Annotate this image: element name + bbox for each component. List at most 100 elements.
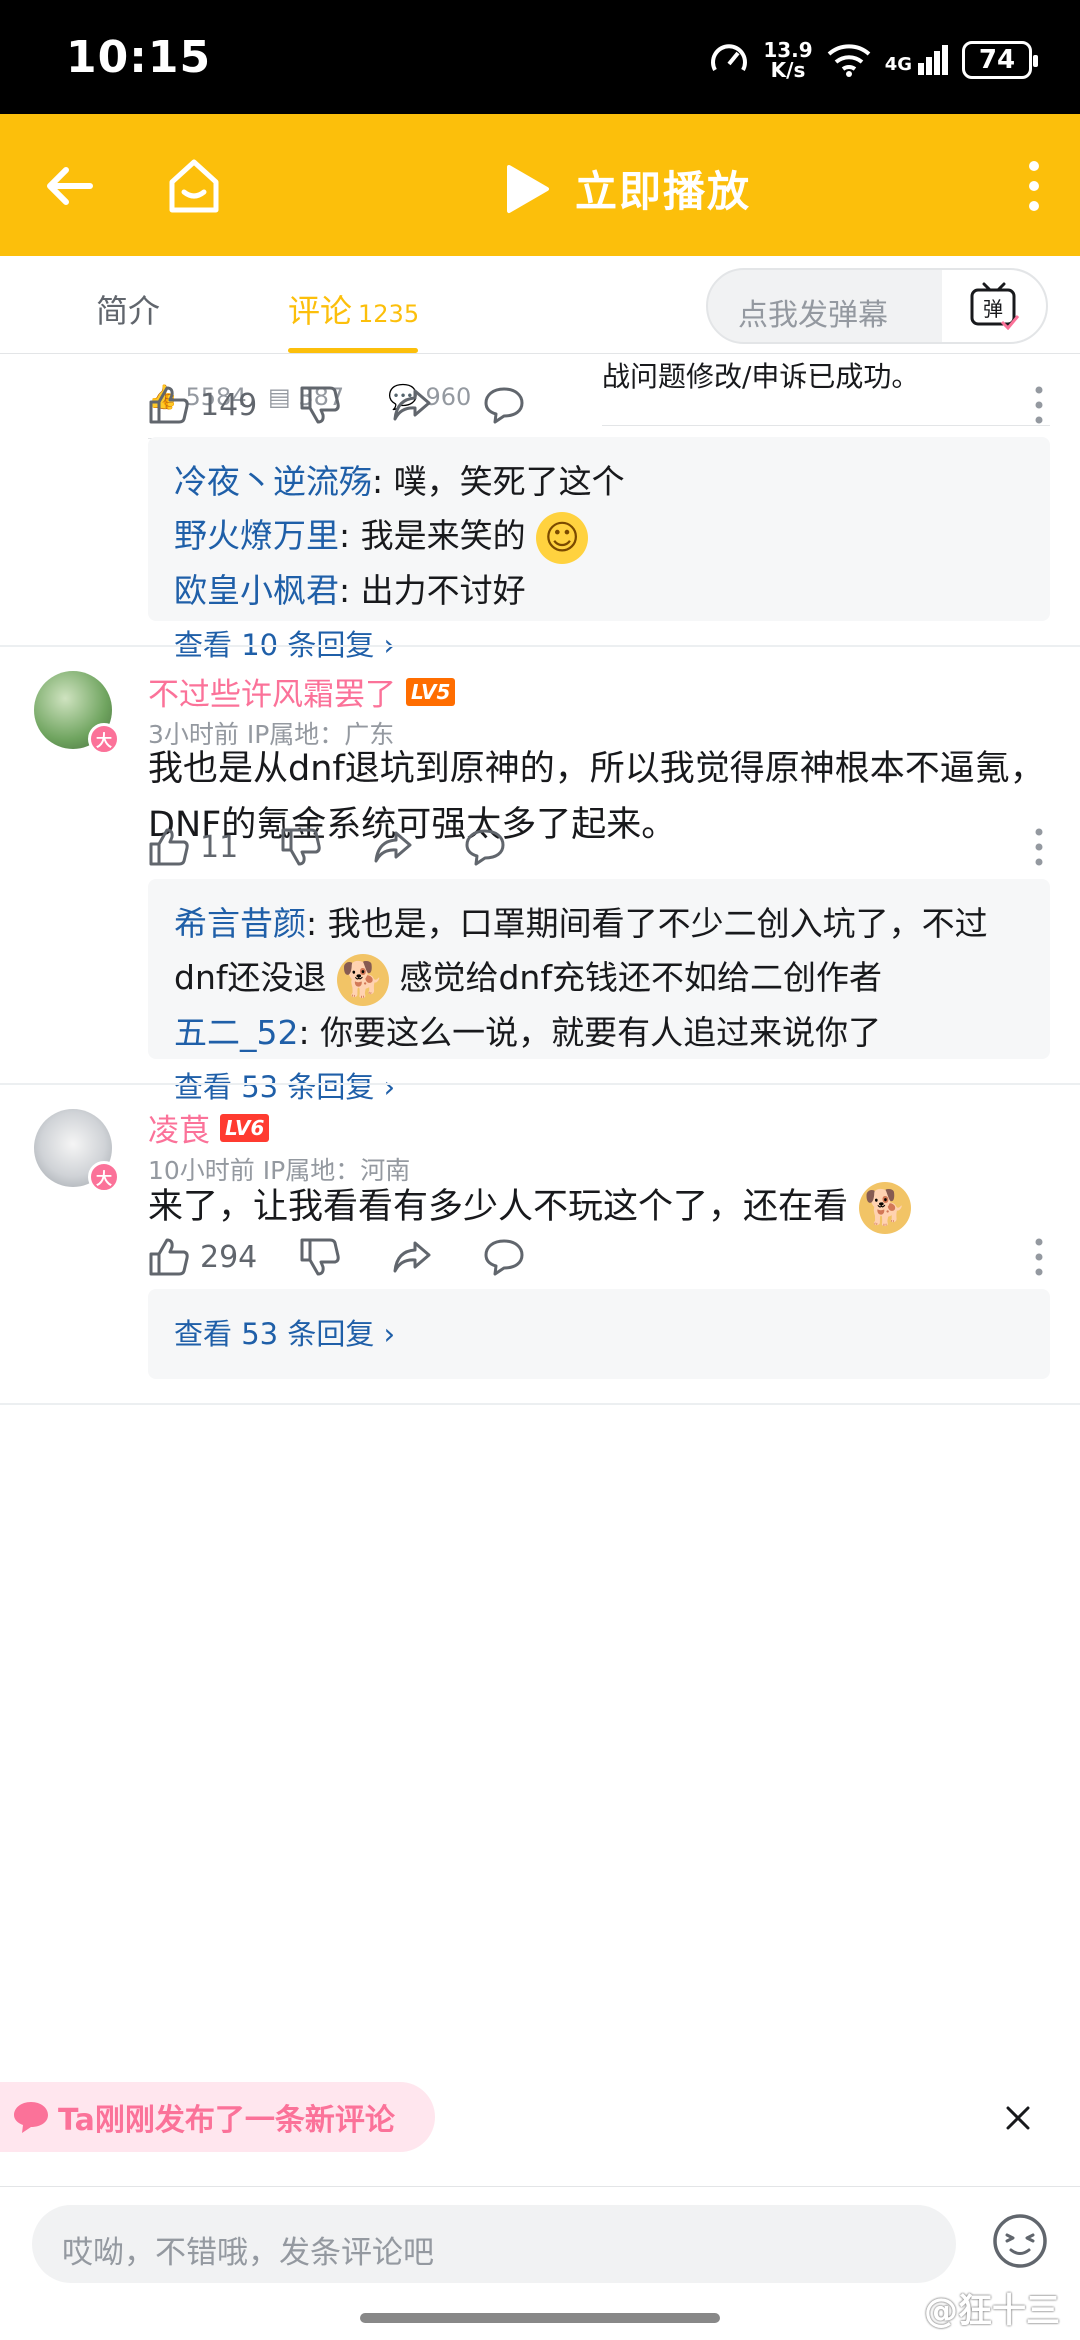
comment2-actions: 11 bbox=[148, 817, 506, 877]
new-comment-notice[interactable]: Ta刚刚发布了一条新评论 bbox=[0, 2082, 435, 2152]
comment-input-placeholder: 哎呦，不错哦，发条评论吧 bbox=[62, 2235, 434, 2271]
danmu-placeholder: 点我发弹幕 bbox=[738, 298, 888, 333]
comment3-like-button[interactable]: 294 bbox=[148, 1237, 257, 1277]
reply-text: : 你要这么一说，就要有人追过来说你了 bbox=[298, 1012, 882, 1052]
share-icon[interactable] bbox=[391, 385, 433, 425]
tab-comments-label: 评论 bbox=[288, 292, 353, 330]
comment3-see-more-label: 查看 53 条回复 bbox=[174, 1317, 375, 1351]
comment2-more-icon[interactable] bbox=[1034, 827, 1044, 867]
comment1-like-button[interactable]: 149 bbox=[148, 385, 257, 425]
play-now-button[interactable]: 立即播放 bbox=[505, 158, 751, 219]
comment3-see-more-replies[interactable]: 查看 53 条回复 › bbox=[174, 1307, 1024, 1361]
reply-text-cont: 感觉给dnf充钱还不如给二创作者 bbox=[399, 958, 882, 997]
comment1-replies[interactable]: 冷夜丶逆流殇: 噗，笑死了这个 野火燎万里: 我是来笑的 ☺ 欧皇小枫君: 出力… bbox=[148, 437, 1050, 662]
reply-user[interactable]: 五二_52 bbox=[174, 1013, 299, 1052]
share-icon[interactable] bbox=[391, 1237, 433, 1277]
comment-input[interactable]: 哎呦，不错哦，发条评论吧 bbox=[32, 2205, 956, 2283]
reply-text: : 出力不讨好 bbox=[339, 570, 526, 610]
new-comment-notice-text: Ta刚刚发布了一条新评论 bbox=[58, 2103, 395, 2138]
thumbs-down-icon[interactable] bbox=[280, 827, 322, 867]
status-icons: 13.9 K/s 4G 74 bbox=[709, 30, 1038, 90]
net-speed-value: 13.9 bbox=[763, 38, 813, 62]
comment1-actions: 149 bbox=[148, 375, 525, 435]
watermark: @狂十三 bbox=[924, 2291, 1060, 2331]
comment2-username[interactable]: 不过些许风霜罢了 bbox=[148, 669, 396, 714]
reply-user[interactable]: 希言昔颜 bbox=[174, 904, 306, 943]
thumbs-down-icon[interactable] bbox=[299, 385, 341, 425]
embed-right-divider bbox=[602, 425, 1050, 426]
reply-icon[interactable] bbox=[464, 827, 506, 867]
comment1-more-icon[interactable] bbox=[1034, 385, 1044, 425]
cell-signal-icon: 4G bbox=[885, 45, 948, 75]
status-bar: 10:15 13.9 K/s 4G 74 bbox=[0, 0, 1080, 114]
thumbs-up-icon bbox=[149, 386, 189, 424]
reply-text: : 我是来笑的 bbox=[339, 516, 526, 555]
avatar[interactable]: 大 bbox=[34, 671, 120, 755]
reply-item[interactable]: 欧皇小枫君: 出力不讨好 bbox=[174, 564, 1024, 618]
reply-icon[interactable] bbox=[483, 385, 525, 425]
reply-item[interactable]: 五二_52: 你要这么一说，就要有人追过来说你了 bbox=[174, 1006, 1024, 1060]
comment3-like-count: 294 bbox=[200, 1239, 258, 1275]
reply-user[interactable]: 欧皇小枫君 bbox=[174, 571, 339, 610]
comment3-more-icon[interactable] bbox=[1034, 1237, 1044, 1277]
play-icon bbox=[507, 164, 549, 213]
speedometer-icon bbox=[711, 44, 748, 71]
play-now-label: 立即播放 bbox=[575, 167, 752, 216]
reply-item[interactable]: 希言昔颜: 我也是，口罩期间看了不少二创入坑了，不过dnf还没退 🐕 感觉给dn… bbox=[174, 897, 1024, 1006]
smile-emoji-icon: ☺ bbox=[536, 511, 589, 564]
danmu-input[interactable]: 点我发弹幕 弹 bbox=[706, 268, 1048, 344]
tab-comments[interactable]: 评论 1235 bbox=[288, 286, 419, 332]
wifi-icon bbox=[827, 44, 871, 77]
danmu-toggle-button[interactable]: 弹 bbox=[942, 270, 1046, 342]
avatar-badge: 大 bbox=[88, 1161, 120, 1193]
comment3-user[interactable]: 凌茛 LV6 bbox=[148, 1105, 270, 1150]
doge-emoji-icon: 🐕 bbox=[336, 953, 389, 1006]
reply-icon[interactable] bbox=[483, 1237, 525, 1277]
home-icon[interactable] bbox=[162, 154, 226, 218]
emoji-icon[interactable] bbox=[990, 2211, 1050, 2271]
tab-intro[interactable]: 简介 bbox=[96, 286, 160, 332]
avatar-badge: 大 bbox=[88, 723, 120, 755]
embed-right-text: 战问题修改/申诉已成功。 bbox=[602, 360, 920, 393]
battery-icon: 74 bbox=[962, 41, 1038, 79]
reply-item[interactable]: 野火燎万里: 我是来笑的 ☺ bbox=[174, 509, 1024, 564]
thumbs-up-icon bbox=[149, 828, 189, 866]
comment2-user[interactable]: 不过些许风霜罢了 LV5 bbox=[148, 669, 456, 714]
comment2-replies[interactable]: 希言昔颜: 我也是，口罩期间看了不少二创入坑了，不过dnf还没退 🐕 感觉给dn… bbox=[148, 879, 1050, 1104]
share-icon[interactable] bbox=[372, 827, 414, 867]
comment2-like-button[interactable]: 11 bbox=[148, 827, 238, 867]
danmu-tv-icon: 弹 bbox=[970, 282, 1020, 330]
comment2-like-count: 11 bbox=[200, 829, 239, 865]
more-options-icon[interactable] bbox=[1022, 158, 1046, 214]
thumbs-up-icon bbox=[149, 1238, 189, 1276]
comment-divider bbox=[0, 1403, 1080, 1405]
comment3-actions: 294 bbox=[148, 1227, 525, 1287]
clock: 10:15 bbox=[66, 32, 212, 83]
comment1-like-count: 149 bbox=[200, 387, 258, 423]
comment-input-bar: 哎呦，不错哦，发条评论吧 @狂十三 bbox=[0, 2186, 1080, 2340]
reply-item[interactable]: 冷夜丶逆流殇: 噗，笑死了这个 bbox=[174, 455, 1024, 509]
battery-level: 74 bbox=[978, 45, 1016, 75]
close-icon[interactable] bbox=[1000, 2100, 1036, 2136]
avatar[interactable]: 大 bbox=[34, 1109, 120, 1193]
reply-user[interactable]: 冷夜丶逆流殇 bbox=[174, 462, 372, 501]
comment2-see-more-replies[interactable]: 查看 53 条回复 › bbox=[174, 1060, 1024, 1114]
tab-comments-count: 1235 bbox=[358, 300, 420, 328]
net-speed-unit: K/s bbox=[770, 58, 806, 82]
reply-user[interactable]: 野火燎万里 bbox=[174, 516, 339, 555]
comment-divider bbox=[0, 645, 1080, 647]
comment3-replies[interactable]: 查看 53 条回复 › bbox=[148, 1289, 1050, 1379]
chat-bubble-icon bbox=[14, 2102, 48, 2133]
comment-divider bbox=[0, 1083, 1080, 1085]
thumbs-down-icon[interactable] bbox=[299, 1237, 341, 1277]
home-indicator[interactable] bbox=[360, 2313, 720, 2323]
comment3-body-text: 来了，让我看看有多少人不玩这个了，还在看 bbox=[148, 1187, 849, 1227]
comment3-username[interactable]: 凌茛 bbox=[148, 1105, 210, 1150]
level-badge: LV6 bbox=[220, 1113, 270, 1142]
net-speed: 13.9 K/s bbox=[763, 40, 812, 80]
back-arrow-icon[interactable] bbox=[40, 156, 100, 216]
video-header: 立即播放 bbox=[0, 114, 1080, 256]
level-badge: LV5 bbox=[406, 677, 456, 706]
comment-list[interactable]: 👍 5584 ▤ 387 💬 960 分享 数据 战问题修改/申诉已成功。 14… bbox=[0, 355, 1080, 2055]
network-type: 4G bbox=[884, 54, 912, 75]
